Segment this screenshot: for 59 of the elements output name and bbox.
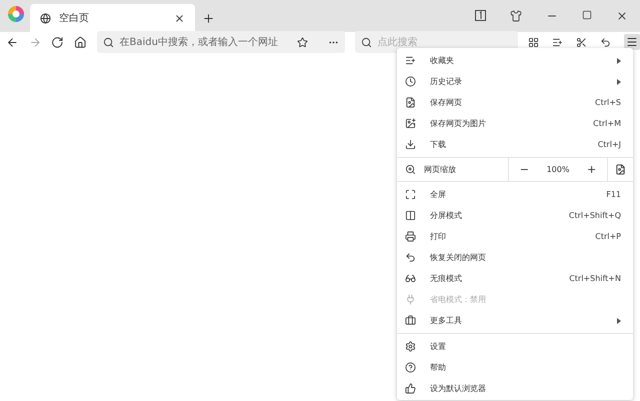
zoom-value: 100% [546, 165, 570, 174]
submenu-arrow-icon [617, 78, 621, 84]
menu-icon[interactable] [626, 36, 638, 48]
menu-item[interactable]: 设置 [397, 336, 633, 357]
download-icon [405, 139, 416, 150]
search-icon [102, 36, 114, 48]
shirt-icon[interactable] [510, 10, 522, 22]
menu-item[interactable]: 打印 Ctrl+P [397, 226, 633, 247]
menu-item[interactable]: 下载 Ctrl+J [397, 134, 633, 155]
menu-item[interactable]: 保存网页 Ctrl+S [397, 92, 633, 113]
page-settings-icon [615, 164, 626, 175]
menu-item[interactable]: 无痕模式 Ctrl+Shift+N [397, 268, 633, 289]
search-icon [360, 36, 372, 48]
undo-icon[interactable] [600, 36, 611, 48]
briefcase-icon [405, 315, 416, 326]
page-icon [405, 97, 416, 108]
zoom-in-button[interactable]: + [583, 163, 600, 176]
globe-icon [40, 12, 51, 24]
help-icon [405, 362, 416, 373]
menu-item[interactable]: 保存网页为图片 Ctrl+M [397, 113, 633, 134]
maximize-icon[interactable] [582, 10, 592, 20]
zoom-label: 网页缩放 [424, 164, 456, 175]
address-field[interactable]: 在Baidu中搜索，或者输入一个网址 [96, 31, 344, 53]
home-icon[interactable] [74, 36, 86, 48]
close-icon[interactable] [616, 10, 628, 22]
menu-item[interactable]: 恢复关闭的网页 [397, 247, 633, 268]
printer-icon [405, 231, 416, 242]
menu-item[interactable]: 分屏模式 Ctrl+Shift+Q [397, 205, 633, 226]
split-screen-icon [405, 210, 416, 221]
plug-icon [405, 294, 416, 305]
window-number-icon[interactable] [475, 10, 486, 21]
browser-logo-icon [7, 5, 25, 23]
grid-icon[interactable] [528, 36, 539, 48]
scissors-icon[interactable] [576, 36, 587, 48]
reload-icon[interactable] [51, 36, 64, 48]
submenu-arrow-icon [617, 58, 621, 64]
menu-item[interactable]: 收藏夹 [397, 50, 633, 71]
menu-item[interactable]: 全屏 F11 [397, 184, 633, 205]
zoom-out-button[interactable]: − [516, 163, 533, 176]
zoom-icon [405, 164, 416, 175]
thumbs-up-icon [405, 383, 416, 394]
settings-icon [405, 341, 416, 352]
new-tab-icon[interactable] [202, 12, 215, 24]
search-placeholder: 点此搜索 [378, 36, 418, 49]
clock-icon [405, 76, 416, 87]
image-plus-icon [405, 118, 416, 129]
menu-item[interactable]: 设为默认浏览器 [397, 378, 633, 399]
address-placeholder: 在Baidu中搜索，或者输入一个网址 [120, 36, 279, 49]
back-icon[interactable] [6, 36, 19, 48]
submenu-arrow-icon [617, 318, 621, 324]
glasses-icon [405, 273, 416, 284]
undo-icon [405, 252, 416, 263]
menu-item[interactable]: 帮助 [397, 357, 633, 378]
browser-tab[interactable]: 空白页 [30, 4, 195, 32]
menu-item[interactable]: 更多工具 [397, 310, 633, 331]
menu-item[interactable]: 历史记录 [397, 71, 633, 92]
close-tab-icon[interactable] [174, 12, 185, 24]
fullscreen-icon [405, 189, 416, 200]
star-icon[interactable] [296, 36, 308, 48]
